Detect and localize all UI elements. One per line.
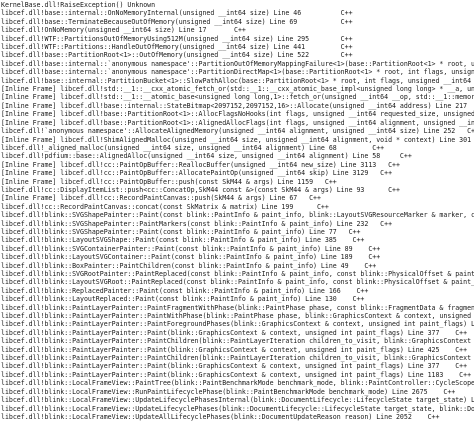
call-stack-frame[interactable]: libcef.dll!blink::PaintLayerPainter::Pai… — [1, 346, 474, 354]
call-stack-frame[interactable]: libcef.dll!blink::PaintLayerPainter::Pai… — [1, 312, 474, 320]
call-stack-frame[interactable]: libcef.dll!blink::SVGShapePainter::Paint… — [1, 211, 474, 219]
call-stack-frame[interactable]: libcef.dll!base::internal::`anonymous na… — [1, 68, 474, 76]
call-stack-frame[interactable]: libcef.dll!blink::LocalFrameView::Update… — [1, 413, 474, 421]
call-stack-frame[interactable]: libcef.dll!blink::LocalFrameView::RunPai… — [1, 388, 474, 396]
call-stack-frame[interactable]: KernelBase.dll!RaiseException() Unknown — [1, 1, 474, 9]
call-stack-frame[interactable]: libcef.dll!blink::PaintLayerPainter::Pai… — [1, 320, 474, 328]
call-stack-frame[interactable]: [Inline Frame] libcef.dll!std::__1::__at… — [1, 93, 474, 101]
call-stack-frame[interactable]: libcef.dll!blink::SVGShapePainter::Paint… — [1, 228, 474, 236]
call-stack-frame[interactable]: [Inline Frame] libcef.dll!base::Partitio… — [1, 110, 474, 118]
call-stack-frame[interactable]: libcef.dll!blink::LocalFrameView::PaintT… — [1, 379, 474, 387]
call-stack-frame[interactable]: libcef.dll!base::PartitionRoot<1>::OutOf… — [1, 51, 474, 59]
call-stack-frame[interactable]: [Inline Frame] libcef.dll!cc::PaintOpBuf… — [1, 178, 474, 186]
call-stack-frame[interactable]: libcef.dll!blink::SVGContainerPainter::P… — [1, 245, 474, 253]
call-stack-frame[interactable]: libcef.dll!blink::ReplacedPainter::Paint… — [1, 287, 474, 295]
call-stack-frame[interactable]: libcef.dll!blink::LayoutSVGRoot::PaintRe… — [1, 278, 474, 286]
call-stack-frame[interactable]: libcef.dll!blink::LayoutReplaced::Paint(… — [1, 295, 474, 303]
call-stack-frame[interactable]: libcef.dll!blink::PaintLayerPainter::Pai… — [1, 362, 474, 370]
call-stack-frame[interactable]: libcef.dll!cc::RecordPaintCanvas::concat… — [1, 203, 474, 211]
call-stack-frame[interactable]: libcef.dll!OnNoMemory(unsigned __int64 s… — [1, 26, 474, 34]
call-stack-frame[interactable]: libcef.dll!blink::PaintLayerPainter::Pai… — [1, 329, 474, 337]
call-stack-frame[interactable]: libcef.dll!blink::SVGRootPainter::PaintR… — [1, 270, 474, 278]
call-stack-frame[interactable]: [Inline Frame] libcef.dll!cc::RecordPain… — [1, 194, 474, 202]
call-stack-frame[interactable]: libcef.dll!base::internal::`anonymous na… — [1, 60, 474, 68]
call-stack-frame[interactable]: libcef.dll!`anonymous namespace'::Alloca… — [1, 127, 474, 135]
call-stack-frame[interactable]: libcef.dll!base::internal::PartitionBuck… — [1, 77, 474, 85]
call-stack-frame[interactable]: [Inline Frame] libcef.dll!cc::PaintOpBuf… — [1, 161, 474, 169]
call-stack-frame[interactable]: libcef.dll!base::TerminateBecauseOutOfMe… — [1, 18, 474, 26]
call-stack-frame[interactable]: [Inline Frame] libcef.dll!std::__1::__cx… — [1, 85, 474, 93]
call-stack-frame[interactable]: libcef.dll!cc::DisplayItemList::push<cc:… — [1, 186, 474, 194]
call-stack-frame[interactable]: libcef.dll!blink::LocalFrameView::Update… — [1, 405, 474, 413]
call-stack-frame[interactable]: [Inline Frame] libcef.dll!base::internal… — [1, 102, 474, 110]
call-stack-frame[interactable]: libcef.dll!blink::LocalFrameView::Update… — [1, 396, 474, 404]
call-stack-frame[interactable]: libcef.dll!blink::BoxPainter::PaintChild… — [1, 262, 474, 270]
call-stack-frame[interactable]: libcef.dll!blink::SVGShapePainter::Paint… — [1, 220, 474, 228]
call-stack-frame[interactable]: libcef.dll!pdfium::base::AlignedAlloc(un… — [1, 152, 474, 160]
call-stack-frame[interactable]: libcef.dll!WTF::PartitionsOutOfMemoryUsi… — [1, 35, 474, 43]
call-stack-frame[interactable]: libcef.dll!blink::PaintLayerPainter::Pai… — [1, 371, 474, 379]
call-stack-frame[interactable]: libcef.dll!blink::LayoutSVGShape::Paint(… — [1, 236, 474, 244]
call-stack-frame[interactable]: libcef.dll!blink::PaintLayerPainter::Pai… — [1, 354, 474, 362]
call-stack-frame[interactable]: libcef.dll!_aligned_malloc(unsigned __in… — [1, 144, 474, 152]
call-stack-frame[interactable]: [Inline Frame] libcef.dll!cc::PaintOpBuf… — [1, 169, 474, 177]
call-stack-frame[interactable]: libcef.dll!WTF::Partitions::HandleOutOfM… — [1, 43, 474, 51]
call-stack-frame[interactable]: libcef.dll!base::internal::OnNoMemoryInt… — [1, 9, 474, 17]
call-stack-frame[interactable]: [Inline Frame] libcef.dll!base::Partitio… — [1, 119, 474, 127]
call-stack-frame[interactable]: libcef.dll!blink::PaintLayerPainter::Pai… — [1, 304, 474, 312]
call-stack-frame[interactable]: [Inline Frame] libcef.dll!ShimAlignedMal… — [1, 136, 474, 144]
call-stack-frame[interactable]: libcef.dll!blink::PaintLayerPainter::Pai… — [1, 337, 474, 345]
call-stack-frame[interactable]: libcef.dll!blink::LayoutSVGContainer::Pa… — [1, 253, 474, 261]
call-stack-list: KernelBase.dll!RaiseException() Unknown l… — [1, 1, 474, 421]
